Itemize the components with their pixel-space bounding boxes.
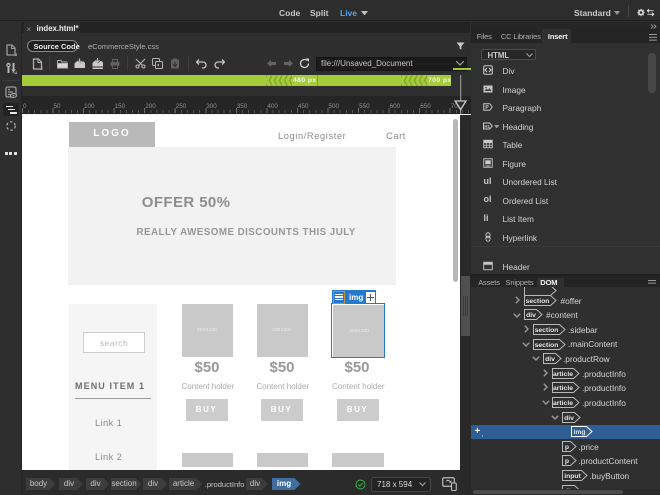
svg-text:p: p (565, 458, 569, 465)
svg-text:article: article (553, 385, 573, 392)
svg-text:div: div (526, 312, 536, 319)
svg-text:div: div (564, 415, 574, 422)
svg-text:article: article (553, 371, 573, 378)
svg-text:div: div (545, 356, 555, 363)
svg-text:section: section (535, 327, 559, 334)
svg-text:p: p (565, 444, 569, 451)
svg-text:H1: H1 (484, 123, 490, 128)
svg-text:section: section (525, 298, 549, 305)
svg-text:img: img (573, 429, 585, 436)
svg-text:input: input (564, 473, 581, 480)
svg-text:P: P (485, 105, 489, 111)
svg-text:article: article (553, 400, 573, 407)
svg-text:section: section (535, 342, 559, 349)
